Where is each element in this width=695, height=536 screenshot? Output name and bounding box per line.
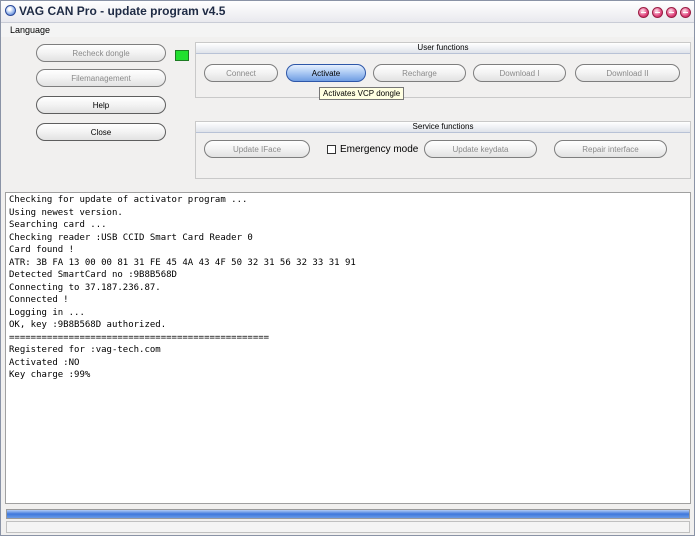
log-line: Key charge :99% (9, 370, 91, 380)
minimize-icon[interactable] (638, 7, 649, 18)
log-line: Checking for update of activator program… (9, 195, 248, 205)
download-2-button[interactable]: Download II (575, 64, 680, 82)
emergency-mode-label: Emergency mode (340, 143, 419, 155)
user-functions-header: User functions (196, 43, 690, 54)
log-line: Logging in ... (9, 307, 85, 318)
menu-language[interactable]: Language (10, 25, 50, 35)
log-line: Searching card ... (9, 220, 107, 230)
log-line: Activated :NO (9, 357, 80, 368)
log-output[interactable]: Checking for update of activator program… (5, 192, 691, 504)
log-line: ========================================… (9, 332, 270, 343)
log-line: Connecting to 37.187.236.87. (9, 282, 161, 293)
progress-bar (6, 509, 690, 519)
log-line: Connected ! (9, 295, 69, 305)
title-bar[interactable]: VAG CAN Pro - update program v4.5 (1, 1, 694, 23)
window-title: VAG CAN Pro - update program v4.5 (19, 4, 226, 18)
progress-bar-fill (7, 510, 689, 518)
menu-bar: Language (1, 23, 694, 37)
user-functions-title: User functions (417, 43, 469, 52)
repair-interface-button[interactable]: Repair interface (554, 140, 667, 158)
close-window-icon[interactable] (680, 7, 691, 18)
update-keydata-button[interactable]: Update keydata (424, 140, 537, 158)
update-iface-button[interactable]: Update IFace (204, 140, 310, 158)
status-bar (6, 521, 690, 533)
activate-tooltip: Activates VCP dongle (319, 87, 405, 100)
log-line: ATR: 3B FA 13 00 00 81 31 FE 45 4A 43 4F… (9, 257, 356, 268)
emergency-mode-toggle[interactable]: Emergency mode (327, 142, 418, 156)
recheck-dongle-button[interactable]: Recheck dongle (36, 44, 166, 62)
close-button[interactable]: Close (36, 123, 166, 141)
maximize-icon[interactable] (652, 7, 663, 18)
log-line: OK, key :9B8B568D authorized. (9, 320, 167, 330)
activate-button[interactable]: Activate (286, 64, 366, 82)
log-line: Registered for :vag-tech.com (9, 345, 161, 355)
recharge-button[interactable]: Recharge (373, 64, 466, 82)
log-line: Detected SmartCard no :9B8B568D (9, 270, 177, 280)
log-line: Using newest version. (9, 207, 123, 218)
app-icon[interactable] (5, 5, 16, 16)
dongle-status-indicator (175, 50, 189, 61)
filemanagement-button[interactable]: Filemanagement (36, 69, 166, 87)
log-line: Checking reader :USB CCID Smart Card Rea… (9, 232, 253, 243)
help-button[interactable]: Help (36, 96, 166, 114)
log-line: Card found ! (9, 245, 75, 255)
restore-icon[interactable] (666, 7, 677, 18)
download-1-button[interactable]: Download I (473, 64, 566, 82)
connect-button[interactable]: Connect (204, 64, 278, 82)
service-functions-header: Service functions (196, 122, 690, 133)
app-window: VAG CAN Pro - update program v4.5 Langua… (0, 0, 695, 536)
service-functions-title: Service functions (412, 122, 474, 131)
emergency-mode-checkbox[interactable] (327, 144, 336, 154)
